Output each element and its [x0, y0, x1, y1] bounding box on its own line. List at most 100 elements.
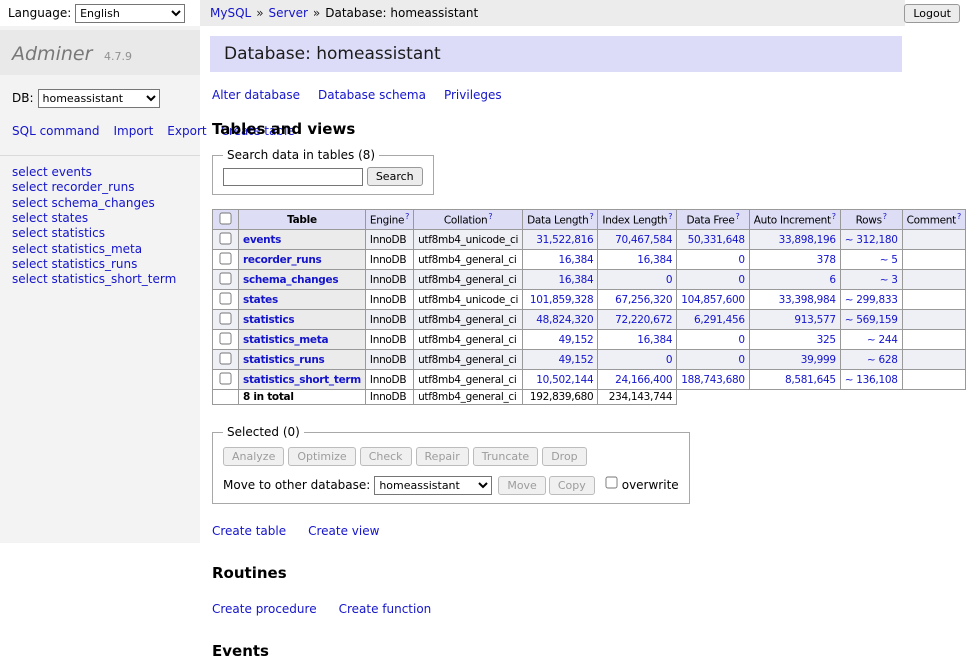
data-free-link[interactable]: 50,331,648 [688, 234, 745, 246]
sidebar-link-export[interactable]: Export [167, 124, 206, 138]
help-link[interactable]: ? [736, 212, 740, 221]
auto-increment-link[interactable]: 325 [817, 334, 836, 346]
create-view-link[interactable]: Create view [308, 524, 379, 538]
table-link-states[interactable]: states [243, 294, 278, 306]
sidebar-link-import[interactable]: Import [113, 124, 153, 138]
help-link[interactable]: ? [832, 212, 836, 221]
sidebar-table-link-select-states[interactable]: select states [12, 211, 88, 225]
check-button[interactable]: Check [360, 447, 412, 466]
data-length-link[interactable]: 16,384 [558, 274, 593, 286]
move-db-select[interactable]: homeassistant [374, 476, 492, 495]
breadcrumb-link-mysql[interactable]: MySQL [210, 6, 251, 20]
data-free-link[interactable]: 0 [738, 334, 744, 346]
data-free-link[interactable]: 0 [738, 354, 744, 366]
row-checkbox[interactable] [220, 273, 232, 285]
auto-increment-link[interactable]: 33,398,984 [779, 294, 836, 306]
sidebar-table-link-select-schema-changes[interactable]: select schema_changes [12, 196, 155, 210]
auto-increment-link[interactable]: 33,898,196 [779, 234, 836, 246]
select-all-checkbox[interactable] [220, 213, 232, 225]
table-link-schema-changes[interactable]: schema_changes [243, 274, 338, 286]
db-select[interactable]: homeassistant [38, 89, 160, 108]
search-input[interactable] [223, 168, 363, 186]
logout-button[interactable]: Logout [904, 4, 960, 23]
auto-increment-link[interactable]: 39,999 [801, 354, 836, 366]
row-checkbox[interactable] [220, 233, 232, 245]
table-link-statistics-meta[interactable]: statistics_meta [243, 334, 328, 346]
data-length-link[interactable]: 31,522,816 [536, 234, 593, 246]
data-length-link[interactable]: 101,859,328 [530, 294, 594, 306]
table-link-statistics[interactable]: statistics [243, 314, 294, 326]
row-checkbox[interactable] [220, 333, 232, 345]
auto-increment-link[interactable]: 378 [817, 254, 836, 266]
help-link[interactable]: ? [957, 212, 961, 221]
sidebar-table-link-select-statistics-short-term[interactable]: select statistics_short_term [12, 272, 176, 286]
search-button[interactable]: Search [367, 167, 423, 186]
help-link[interactable]: ? [405, 212, 409, 221]
row-checkbox[interactable] [220, 373, 232, 385]
index-length-link[interactable]: 67,256,320 [615, 294, 672, 306]
row-checkbox[interactable] [220, 353, 232, 365]
row-checkbox[interactable] [220, 293, 232, 305]
rows-link[interactable]: ~ 136,108 [845, 374, 898, 386]
overwrite-option[interactable]: overwrite [603, 478, 679, 492]
db-action-alter-database[interactable]: Alter database [212, 88, 300, 102]
data-length-link[interactable]: 16,384 [558, 254, 593, 266]
data-free-link[interactable]: 0 [738, 254, 744, 266]
rows-link[interactable]: ~ 3 [880, 274, 898, 286]
truncate-button[interactable]: Truncate [473, 447, 538, 466]
data-length-link[interactable]: 49,152 [558, 354, 593, 366]
table-link-statistics-short-term[interactable]: statistics_short_term [243, 374, 361, 386]
breadcrumb-link-server[interactable]: Server [269, 6, 308, 20]
db-action-database-schema[interactable]: Database schema [318, 88, 426, 102]
sidebar-table-link-select-events[interactable]: select events [12, 165, 92, 179]
index-length-link[interactable]: 72,220,672 [615, 314, 672, 326]
drop-button[interactable]: Drop [542, 447, 586, 466]
rows-link[interactable]: ~ 569,159 [845, 314, 898, 326]
help-link[interactable]: ? [589, 212, 593, 221]
data-length-link[interactable]: 49,152 [558, 334, 593, 346]
move-button[interactable]: Move [498, 476, 546, 495]
data-length-link[interactable]: 48,824,320 [536, 314, 593, 326]
table-link-events[interactable]: events [243, 234, 281, 246]
sidebar-table-link-select-recorder-runs[interactable]: select recorder_runs [12, 180, 135, 194]
create-table-link[interactable]: Create table [212, 524, 286, 538]
repair-button[interactable]: Repair [416, 447, 469, 466]
auto-increment-link[interactable]: 6 [829, 274, 835, 286]
rows-link[interactable]: ~ 5 [880, 254, 898, 266]
create-procedure-link[interactable]: Create procedure [212, 602, 317, 616]
optimize-button[interactable]: Optimize [288, 447, 355, 466]
data-length-link[interactable]: 10,502,144 [536, 374, 593, 386]
index-length-link[interactable]: 24,166,400 [615, 374, 672, 386]
sidebar-table-link-select-statistics-runs[interactable]: select statistics_runs [12, 257, 137, 271]
help-link[interactable]: ? [668, 212, 672, 221]
analyze-button[interactable]: Analyze [223, 447, 284, 466]
db-action-privileges[interactable]: Privileges [444, 88, 502, 102]
rows-link[interactable]: ~ 628 [867, 354, 898, 366]
help-link[interactable]: ? [488, 212, 492, 221]
sidebar-table-link-select-statistics-meta[interactable]: select statistics_meta [12, 242, 142, 256]
rows-link[interactable]: ~ 312,180 [845, 234, 898, 246]
auto-increment-link[interactable]: 913,577 [794, 314, 835, 326]
sidebar-table-link-select-statistics[interactable]: select statistics [12, 226, 105, 240]
row-checkbox[interactable] [220, 313, 232, 325]
data-free-link[interactable]: 104,857,600 [681, 294, 745, 306]
rows-link[interactable]: ~ 244 [867, 334, 898, 346]
help-link[interactable]: ? [883, 212, 887, 221]
create-function-link[interactable]: Create function [339, 602, 432, 616]
data-free-link[interactable]: 6,291,456 [694, 314, 745, 326]
rows-link[interactable]: ~ 299,833 [845, 294, 898, 306]
table-link-recorder-runs[interactable]: recorder_runs [243, 254, 321, 266]
copy-button[interactable]: Copy [549, 476, 595, 495]
row-checkbox[interactable] [220, 253, 232, 265]
data-free-link[interactable]: 188,743,680 [681, 374, 745, 386]
sidebar-link-sql-command[interactable]: SQL command [12, 124, 99, 138]
index-length-link[interactable]: 70,467,584 [615, 234, 672, 246]
table-link-statistics-runs[interactable]: statistics_runs [243, 354, 324, 366]
auto-increment-link[interactable]: 8,581,645 [785, 374, 836, 386]
language-select[interactable]: English [75, 4, 185, 23]
app-name[interactable]: Adminer [12, 43, 92, 65]
index-length-link[interactable]: 0 [666, 274, 672, 286]
data-free-link[interactable]: 0 [738, 274, 744, 286]
overwrite-checkbox[interactable] [605, 477, 617, 489]
index-length-link[interactable]: 16,384 [637, 334, 672, 346]
